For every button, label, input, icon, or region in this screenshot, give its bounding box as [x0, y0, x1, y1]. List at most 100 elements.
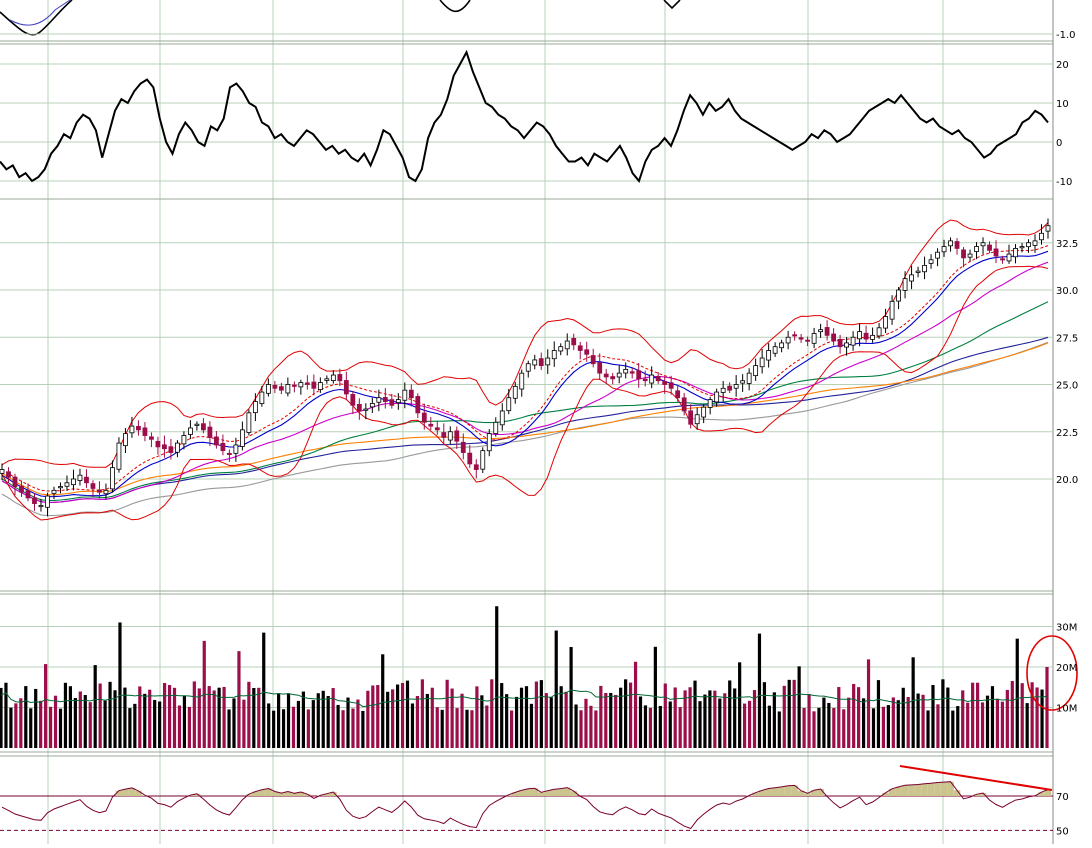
candle-body — [130, 426, 134, 433]
volume-bar — [510, 711, 513, 748]
candle-body — [104, 490, 108, 493]
volume-bar — [222, 687, 225, 748]
candle-body — [377, 398, 381, 403]
volume-bar — [163, 683, 166, 748]
candle-body — [793, 335, 797, 336]
candle-body — [279, 387, 283, 391]
candle-body — [851, 337, 855, 345]
volume-bar — [971, 683, 974, 748]
candle-body — [390, 400, 394, 406]
candle-body — [754, 366, 758, 376]
candle-body — [890, 301, 894, 319]
candle-body — [344, 380, 348, 393]
candle-body — [383, 397, 387, 401]
candle-body — [338, 374, 342, 380]
candle-body — [611, 377, 615, 379]
volume-bar — [733, 688, 736, 748]
volume-bar — [446, 680, 449, 748]
volume-bar — [257, 688, 260, 748]
volume-bar — [619, 688, 622, 748]
candle-body — [585, 350, 589, 354]
candle-body — [273, 385, 277, 388]
volume-bar — [411, 703, 414, 748]
volume-bar — [282, 709, 285, 748]
volume-bar — [480, 695, 483, 748]
volume-bar — [540, 680, 543, 748]
candle-body — [84, 477, 88, 483]
candle-body — [539, 359, 543, 366]
volume-bar — [535, 682, 538, 748]
volume-bar — [64, 683, 67, 748]
candle-body — [97, 490, 101, 492]
candle-body — [429, 424, 433, 426]
candle-body — [500, 411, 504, 425]
volume-bar — [822, 698, 825, 748]
volume-bar — [44, 664, 47, 748]
volume-bar — [123, 688, 126, 748]
candle-body — [357, 404, 361, 411]
volume-bar — [812, 711, 815, 748]
candle-body — [936, 252, 940, 258]
volume-bar — [54, 696, 57, 748]
volume-bar — [669, 701, 672, 748]
volume-bar — [133, 704, 136, 748]
volume-bar — [768, 706, 771, 748]
candle-body — [734, 385, 738, 389]
candle-body — [617, 373, 621, 377]
candle-body — [845, 343, 849, 347]
volume-bar — [515, 697, 518, 748]
volume-bar — [629, 683, 632, 748]
volume-bar — [584, 699, 587, 748]
candle-body — [123, 434, 127, 446]
candle-body — [325, 379, 329, 381]
volume-bar — [485, 705, 488, 748]
candle-body — [604, 374, 608, 377]
volume-bar — [277, 694, 280, 748]
volume-bar — [832, 708, 835, 748]
volume-bar — [94, 665, 97, 748]
volume-bar — [351, 709, 354, 748]
volume-bar — [401, 683, 404, 748]
candle-body — [695, 415, 699, 424]
volume-bar — [247, 682, 250, 748]
candle-body — [409, 390, 413, 398]
candle-body — [871, 335, 875, 339]
candle-body — [663, 382, 667, 385]
candle-body — [942, 247, 946, 252]
volume-bar — [361, 711, 364, 748]
volume-bar — [807, 694, 810, 748]
volume-bar — [441, 710, 444, 748]
volume-bar — [500, 683, 503, 748]
candle-body — [32, 498, 36, 504]
momentum-tick-label: 10 — [1056, 99, 1069, 110]
volume-bar — [173, 688, 176, 748]
volume-bar — [738, 662, 741, 748]
volume-bar — [594, 710, 597, 748]
stock-chart-svg: -1.020100-1032.530.027.525.022.520.030M2… — [0, 0, 1092, 844]
candle-body — [825, 327, 829, 335]
candle-body — [370, 403, 374, 406]
volume-bar — [579, 710, 582, 748]
candle-body — [1027, 243, 1031, 247]
volume-bar — [926, 710, 929, 748]
volume-bar — [862, 698, 865, 748]
rsi-overbought-fill — [928, 783, 934, 796]
candle-body — [312, 382, 316, 388]
candle-body — [227, 453, 231, 454]
volume-bar — [798, 666, 801, 748]
volume-bar — [49, 707, 52, 748]
rsi-overbought-fill — [1038, 792, 1044, 796]
candle-body — [110, 468, 114, 489]
volume-bar — [624, 679, 627, 748]
candle-body — [975, 247, 979, 252]
volume-bar — [1001, 702, 1004, 748]
volume-bar — [148, 690, 151, 748]
candle-body — [832, 334, 836, 341]
volume-bar — [178, 705, 181, 748]
candle-body — [903, 279, 907, 291]
candle-body — [916, 271, 920, 272]
candle-body — [481, 451, 485, 470]
candle-body — [422, 413, 426, 422]
candle-body — [6, 472, 10, 477]
volume-bar — [882, 707, 885, 748]
